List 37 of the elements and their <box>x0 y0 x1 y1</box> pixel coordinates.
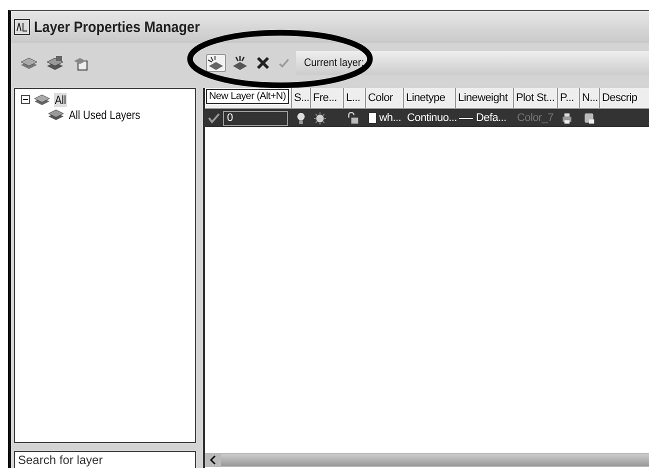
lightbulb-icon[interactable] <box>295 112 307 124</box>
viewport-icon[interactable] <box>583 112 595 124</box>
search-field[interactable]: Search for layer <box>14 451 196 468</box>
current-layer-label: Current layer: <box>304 57 364 69</box>
tree-item[interactable]: All Used Layers <box>68 108 142 122</box>
column-header[interactable]: Color <box>366 88 404 108</box>
layers-icon <box>33 92 51 107</box>
lock-icon[interactable] <box>347 112 359 124</box>
layer-name-field[interactable]: 0 <box>223 110 288 126</box>
layers-icon <box>47 107 65 122</box>
color-swatch[interactable] <box>369 113 376 123</box>
column-header[interactable]: N... <box>580 88 600 108</box>
window-title: Layer Properties Manager <box>34 18 200 36</box>
linetype-cell[interactable]: Continuo... <box>407 112 457 124</box>
layer-row[interactable]: 0 wh... Continuo... Defa... Color_7 <box>205 109 649 127</box>
plot-style-cell: Color_7 <box>517 112 554 124</box>
collapse-icon[interactable] <box>21 95 30 104</box>
color-name[interactable]: wh... <box>379 112 401 124</box>
column-header[interactable]: P... <box>558 88 580 108</box>
column-header[interactable]: Lineweight <box>456 88 514 108</box>
new-layer-button[interactable] <box>206 54 226 72</box>
delete-icon[interactable] <box>254 55 272 71</box>
tooltip: New Layer (Alt+N) <box>206 89 289 104</box>
column-header[interactable]: S... <box>292 88 311 108</box>
column-header[interactable]: Fre... <box>311 88 344 108</box>
tree-item[interactable]: All <box>54 92 68 106</box>
lineweight-cell[interactable]: Defa... <box>476 112 506 124</box>
scroll-thumb[interactable] <box>221 454 649 466</box>
new-filter-icon[interactable] <box>20 55 38 71</box>
horizontal-scrollbar[interactable] <box>205 453 649 467</box>
column-header[interactable]: Linetype <box>404 88 456 108</box>
printer-icon[interactable] <box>561 112 573 124</box>
column-header[interactable]: L... <box>344 88 366 108</box>
sun-icon[interactable] <box>314 112 326 124</box>
column-header[interactable]: Descrip <box>600 88 649 108</box>
column-header[interactable]: Plot St... <box>514 88 558 108</box>
scroll-left-icon[interactable] <box>209 455 217 465</box>
